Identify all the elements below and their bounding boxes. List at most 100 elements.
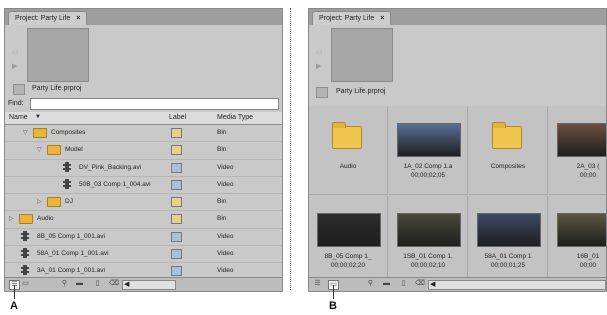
label-color-swatch[interactable]	[171, 162, 182, 173]
bin-folder-icon	[33, 128, 47, 138]
column-headers: Name ▼ Label Media Type	[5, 112, 282, 125]
new-bin-icon[interactable]: ▬	[75, 280, 84, 288]
trash-icon[interactable]: ⌫	[109, 280, 119, 288]
clip-item[interactable]: 58A_01 Comp 1 00;00;01;25	[469, 196, 548, 285]
item-duration: 00;00	[579, 172, 597, 179]
list-item[interactable]: 8B_05 Comp 1_001.avi Video	[5, 229, 282, 247]
column-media-type-header[interactable]: Media Type	[217, 114, 253, 121]
item-name: DV_Pink_Backing.avi	[79, 163, 142, 171]
list-item[interactable]: ▽ Composites Bin	[5, 125, 282, 143]
media-type: Video	[217, 267, 234, 275]
label-color-swatch[interactable]	[171, 249, 182, 260]
list-item[interactable]: ▷ Audio Bin	[5, 211, 282, 229]
info-icon: ▭	[316, 49, 323, 56]
new-item-icon[interactable]: ▯	[93, 280, 102, 288]
project-tab[interactable]: Project: Party Life ×	[312, 11, 392, 25]
horizontal-scrollbar[interactable]: ◀	[428, 280, 606, 290]
list-item[interactable]: ▷ DJ Bin	[5, 194, 282, 212]
preview-thumbnail	[27, 28, 89, 82]
preview-thumbnail	[331, 28, 393, 82]
project-item-grid: Audio 1A_02 Comp 1.a 00;00;02;05 Composites…	[309, 106, 606, 285]
preview-controls: ▭ ▶	[312, 28, 326, 80]
video-clip-icon	[63, 161, 71, 172]
label-color-swatch[interactable]	[171, 197, 182, 208]
media-type: Video	[217, 180, 234, 188]
bin-folder-icon	[47, 197, 61, 208]
item-name: Composites	[51, 129, 86, 136]
list-item[interactable]: DV_Pink_Backing.avi Video	[5, 160, 282, 177]
item-duration: 00;00;01;25	[490, 262, 526, 269]
item-name: Audio	[339, 163, 357, 170]
clip-thumbnail	[397, 213, 461, 247]
project-file-icon	[316, 87, 328, 98]
info-icon: ▭	[12, 49, 19, 56]
clip-thumbnail	[557, 213, 606, 247]
column-label-header[interactable]: Label	[169, 114, 186, 121]
find-label: Find:	[8, 100, 24, 107]
play-icon[interactable]: ▶	[12, 63, 20, 71]
scroll-left-icon[interactable]: ◀	[430, 281, 435, 289]
bin-item[interactable]: Composites	[469, 106, 548, 195]
clip-item[interactable]: 8B_05 Comp 1_ 00;00;02;20	[309, 196, 388, 285]
label-color-swatch[interactable]	[171, 128, 182, 138]
video-clip-icon	[21, 265, 29, 276]
item-name: 58A_01 Comp 1	[484, 253, 532, 260]
item-name: Composites	[490, 163, 526, 170]
label-color-swatch[interactable]	[171, 231, 182, 242]
label-color-swatch[interactable]	[171, 145, 182, 156]
chevron-down-icon[interactable]: ▼	[35, 114, 41, 120]
project-tab[interactable]: Project: Party Life ×	[8, 11, 88, 25]
close-icon[interactable]: ×	[76, 15, 80, 22]
list-view-icon[interactable]: ☰	[313, 280, 322, 288]
item-duration: 00;00;02;20	[330, 262, 366, 269]
clip-thumbnail	[397, 123, 461, 157]
new-bin-icon[interactable]: ▬	[382, 280, 391, 288]
new-item-icon[interactable]: ▯	[399, 280, 408, 288]
clip-item[interactable]: 2A_03 (00;00	[549, 106, 606, 195]
list-item[interactable]: 50B_03 Comp 1_004.avi Video	[5, 177, 282, 195]
item-name: 8B_05 Comp 1_001.avi	[37, 232, 105, 240]
clip-item[interactable]: 16B_01 00;00	[549, 196, 606, 285]
horizontal-scrollbar[interactable]: ◀	[122, 280, 176, 290]
item-duration: 00;00;02;05	[410, 172, 446, 179]
column-name-header[interactable]: Name	[9, 114, 28, 121]
scroll-left-icon[interactable]: ◀	[124, 281, 129, 289]
twisty-closed-icon[interactable]: ▷	[9, 215, 14, 222]
bin-folder-icon	[332, 122, 362, 149]
media-type: Video	[217, 232, 234, 240]
clip-item[interactable]: 1SB_01 Comp 1. 00;00;02;10	[389, 196, 468, 285]
twisty-closed-icon[interactable]: ▷	[37, 198, 42, 205]
play-icon[interactable]: ▶	[316, 63, 324, 71]
clip-item[interactable]: 1A_02 Comp 1.a 00;00;02;05	[389, 106, 468, 195]
binoculars-icon[interactable]: ⚲	[366, 280, 375, 288]
media-type: Bin	[217, 198, 227, 206]
project-panel-list-view: Project: Party Life × ▭ ▶ Party Life.prpr…	[4, 8, 283, 292]
list-item[interactable]: 58A_01 Comp 1_001.avi Video	[5, 246, 282, 264]
callout-b: B	[329, 300, 337, 312]
clip-thumbnail	[557, 123, 606, 157]
trash-icon[interactable]: ⌫	[415, 280, 425, 288]
item-duration: 00;00;02;10	[410, 262, 446, 269]
panel-footer: ☰ ▭ ⚲ ▬ ▯ ⌫ ◀	[309, 277, 606, 291]
label-color-swatch[interactable]	[171, 179, 182, 190]
bin-folder-icon	[492, 122, 522, 149]
item-name: Audio	[37, 215, 54, 223]
find-input[interactable]	[30, 98, 279, 110]
binoculars-icon[interactable]: ⚲	[60, 280, 69, 288]
close-icon[interactable]: ×	[380, 15, 384, 22]
label-color-swatch[interactable]	[171, 266, 182, 277]
twisty-open-icon[interactable]: ▽	[23, 129, 28, 136]
bin-item[interactable]: Audio	[309, 106, 388, 195]
project-tab-title: Project: Party Life	[15, 15, 71, 22]
label-color-swatch[interactable]	[171, 214, 182, 225]
clip-thumbnail	[477, 213, 541, 247]
preview-controls: ▭ ▶	[8, 28, 22, 80]
item-name: 16B_01	[576, 253, 600, 260]
twisty-open-icon[interactable]: ▽	[37, 146, 42, 153]
icon-view-icon[interactable]: ▭	[21, 280, 30, 288]
project-file-name: Party Life.prproj	[32, 85, 82, 92]
clip-thumbnail	[317, 213, 381, 247]
media-type: Bin	[217, 215, 227, 223]
list-item[interactable]: ▽ Model Bin	[5, 142, 282, 160]
media-type: Video	[217, 163, 234, 171]
